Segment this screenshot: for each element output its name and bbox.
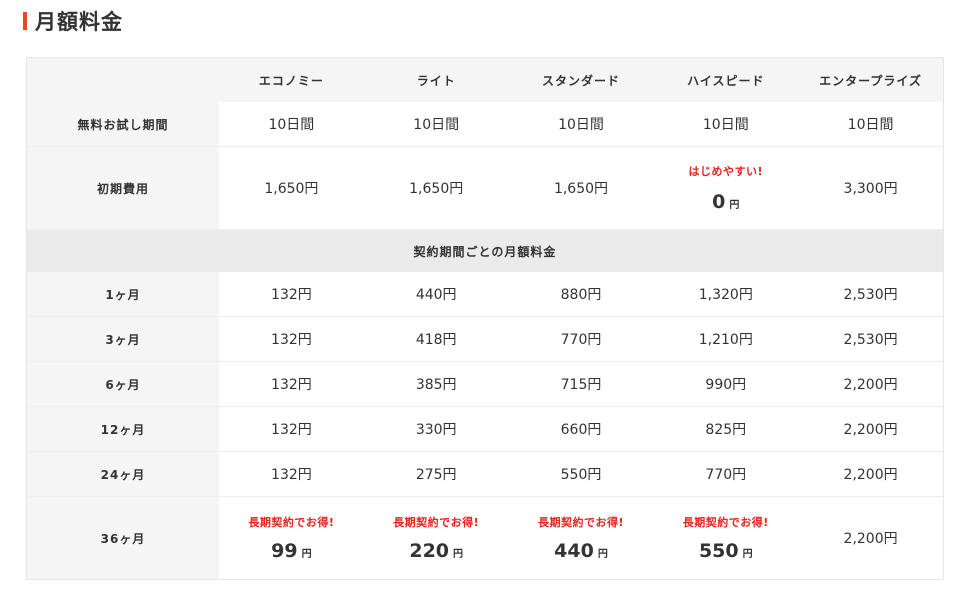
price-cell: 132円 bbox=[219, 406, 364, 452]
price-cell: 418円 bbox=[363, 316, 509, 362]
trial-label: 無料お試し期間 bbox=[27, 102, 219, 147]
month-row: 24ヶ月 132円 275円 550円 770円 2,200円 bbox=[27, 451, 943, 497]
promo-price: 220 円 bbox=[364, 540, 509, 562]
price-cell: 132円 bbox=[219, 272, 364, 317]
promo-price-unit: 円 bbox=[453, 549, 464, 560]
promo-price-unit: 円 bbox=[597, 549, 608, 560]
initial-fee-cell: 3,300円 bbox=[798, 146, 943, 230]
month-36-row: 36ヶ月 長期契約でお得! 99 円 長期契約でお得! 220 円 長期契約でお得!… bbox=[27, 496, 943, 580]
month-label: 24ヶ月 bbox=[27, 451, 219, 497]
price-cell: 990円 bbox=[653, 361, 799, 407]
plan-header-standard: スタンダード bbox=[508, 58, 654, 102]
month-label: 12ヶ月 bbox=[27, 406, 219, 452]
price-cell: 275円 bbox=[363, 451, 509, 497]
price-cell: 132円 bbox=[219, 361, 364, 407]
price-cell: 132円 bbox=[219, 451, 364, 497]
price-cell: 2,200円 bbox=[798, 451, 943, 497]
price-cell: 1,210円 bbox=[653, 316, 799, 362]
initial-fee-cell: 1,650円 bbox=[508, 146, 654, 230]
promo-price: 440 円 bbox=[509, 540, 654, 562]
initial-fee-highspeed-cell: はじめやすい! 0円 bbox=[653, 146, 799, 230]
price-cell: 825円 bbox=[653, 406, 799, 452]
price-cell: 385円 bbox=[363, 361, 509, 407]
month-row: 1ヶ月 132円 440円 880円 1,320円 2,530円 bbox=[27, 272, 943, 317]
month-row: 12ヶ月 132円 330円 660円 825円 2,200円 bbox=[27, 406, 943, 452]
month-row: 3ヶ月 132円 418円 770円 1,210円 2,530円 bbox=[27, 316, 943, 362]
price-cell: 2,200円 bbox=[798, 406, 943, 452]
promo-price-cell: 長期契約でお得! 440 円 bbox=[509, 497, 654, 580]
promo-price: 550 円 bbox=[653, 540, 798, 562]
plan-header-row: エコノミー ライト スタンダード ハイスピード エンタープライズ bbox=[27, 58, 943, 102]
long-term-promo-label: 長期契約でお得! bbox=[248, 516, 335, 529]
initial-fee-zero-value: 0 bbox=[712, 191, 726, 213]
price-cell: 715円 bbox=[508, 361, 654, 407]
price-cell: 440円 bbox=[363, 272, 509, 317]
promo-price-value: 220 bbox=[409, 540, 450, 562]
initial-fee-label: 初期費用 bbox=[27, 146, 219, 230]
initial-fee-row: 初期費用 1,650円 1,650円 1,650円 はじめやすい! 0円 3,3… bbox=[27, 146, 943, 230]
page-title: 月額料金 bbox=[35, 10, 123, 34]
long-term-promo-label: 長期契約でお得! bbox=[537, 516, 624, 529]
title-accent-bar bbox=[23, 12, 27, 30]
initial-fee-cell: 1,650円 bbox=[363, 146, 509, 230]
month-label: 36ヶ月 bbox=[27, 496, 219, 579]
month-label: 6ヶ月 bbox=[27, 361, 219, 407]
price-cell: 550円 bbox=[508, 451, 654, 497]
initial-fee-zero: 0円 bbox=[653, 191, 798, 213]
price-cell: 770円 bbox=[508, 316, 654, 362]
promo-price-value: 99 bbox=[271, 540, 298, 562]
price-cell: 330円 bbox=[363, 406, 509, 452]
trial-row: 無料お試し期間 10日間 10日間 10日間 10日間 10日間 bbox=[27, 102, 943, 147]
price-cell: 880円 bbox=[508, 272, 654, 317]
plan-header-highspeed: ハイスピード bbox=[653, 58, 799, 102]
month-row: 6ヶ月 132円 385円 715円 990円 2,200円 bbox=[27, 361, 943, 407]
header-corner-cell bbox=[27, 58, 219, 102]
pricing-table: エコノミー ライト スタンダード ハイスピード エンタープライズ 無料お試し期間… bbox=[27, 58, 943, 579]
section-header-row: 契約期間ごとの月額料金 bbox=[27, 229, 943, 272]
promo-price-value: 550 bbox=[698, 540, 739, 562]
price-cell: 2,200円 bbox=[843, 531, 898, 547]
price-cell: 660円 bbox=[508, 406, 654, 452]
trial-cell: 10日間 bbox=[363, 102, 509, 147]
section-header-label: 契約期間ごとの月額料金 bbox=[27, 229, 943, 272]
promo-price-cell: 長期契約でお得! 550 円 bbox=[653, 497, 798, 580]
promo-price-unit: 円 bbox=[301, 549, 312, 560]
price-cell: 2,200円 bbox=[798, 361, 943, 407]
plan-header-economy: エコノミー bbox=[219, 58, 364, 102]
month-label: 3ヶ月 bbox=[27, 316, 219, 362]
trial-cell: 10日間 bbox=[798, 102, 943, 147]
promo-price-unit: 円 bbox=[742, 549, 753, 560]
trial-cell: 10日間 bbox=[219, 102, 364, 147]
plan-header-enterprise: エンタープライズ bbox=[798, 58, 943, 102]
promo-price: 99 円 bbox=[219, 540, 364, 562]
trial-cell: 10日間 bbox=[508, 102, 654, 147]
page-heading: 月額料金 bbox=[23, 6, 123, 36]
promo-price-cell: 長期契約でお得! 99 円 bbox=[219, 497, 364, 580]
initial-fee-promo-label: はじめやすい! bbox=[688, 165, 764, 178]
initial-fee-zero-unit: 円 bbox=[729, 200, 740, 211]
promo-price-value: 440 bbox=[554, 540, 594, 562]
promo-price-cell: 長期契約でお得! 220 円 bbox=[364, 497, 509, 580]
price-cell: 770円 bbox=[653, 451, 799, 497]
price-cell: 2,530円 bbox=[798, 316, 943, 362]
plan-header-light: ライト bbox=[363, 58, 509, 102]
price-cell: 132円 bbox=[219, 316, 364, 362]
long-term-promo-label: 長期契約でお得! bbox=[682, 516, 769, 529]
month-label: 1ヶ月 bbox=[27, 272, 219, 317]
price-cell: 1,320円 bbox=[653, 272, 799, 317]
long-term-promo-label: 長期契約でお得! bbox=[393, 516, 480, 529]
trial-cell: 10日間 bbox=[653, 102, 799, 147]
pricing-table-container: エコノミー ライト スタンダード ハイスピード エンタープライズ 無料お試し期間… bbox=[26, 57, 944, 580]
initial-fee-cell: 1,650円 bbox=[219, 146, 364, 230]
price-cell: 2,530円 bbox=[798, 272, 943, 317]
